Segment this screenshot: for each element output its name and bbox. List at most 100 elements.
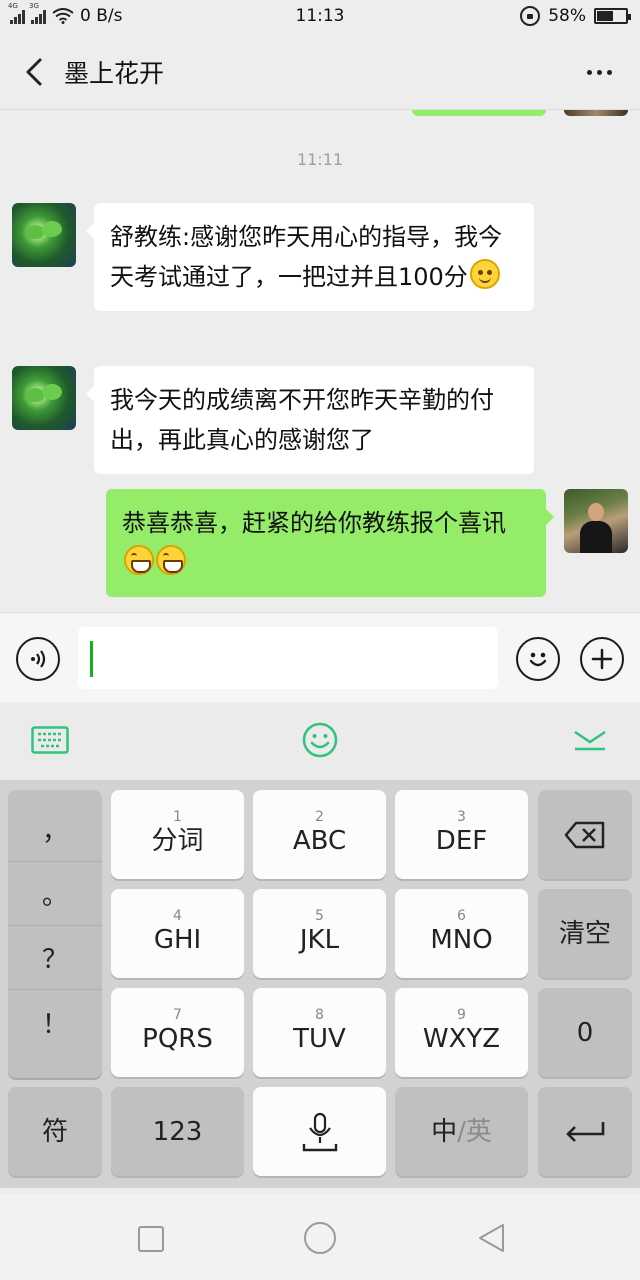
- key-5[interactable]: 5 JKL: [253, 889, 386, 978]
- key-label: PQRS: [142, 1023, 213, 1054]
- key-label: 清空: [558, 918, 611, 949]
- battery-icon: [594, 8, 631, 24]
- back-triangle-icon[interactable]: [476, 1222, 506, 1254]
- keyboard: ， 。 ？ ！ 1 分词 2 ABC 3 DEF 4 GHI 5 JKL 6 MNO 清空 …: [0, 780, 640, 1188]
- symbols-key[interactable]: 符: [8, 1087, 102, 1176]
- status-bar: 4G 3G 0 B/s 11:13 58%: [0, 0, 640, 34]
- key-8[interactable]: 8 TUV: [253, 988, 386, 1077]
- more-button[interactable]: [576, 52, 622, 92]
- back-button[interactable]: [14, 52, 54, 92]
- more-dot: [596, 69, 602, 75]
- voice-input-button[interactable]: [16, 637, 60, 681]
- rotation-lock-icon: [520, 6, 541, 26]
- avatar[interactable]: [564, 110, 628, 116]
- keyboard-emoji-button[interactable]: [300, 720, 340, 760]
- key-label: 0: [576, 1017, 594, 1048]
- message-input[interactable]: [78, 627, 498, 689]
- message-text: 我今天的成绩离不开您昨天辛勤的付出，再此真心的感谢您了: [110, 386, 494, 454]
- grin-emoji-icon: [124, 545, 154, 575]
- backspace-icon: [564, 821, 605, 848]
- my-avatar[interactable]: [564, 489, 628, 553]
- keyboard-switch-button[interactable]: [30, 720, 70, 760]
- more-dot: [606, 69, 612, 75]
- key-label: JKL: [299, 924, 340, 955]
- keyboard-toolbar: [0, 702, 640, 780]
- key-1[interactable]: 1 分词: [111, 790, 244, 879]
- sent-message-bubble[interactable]: 恭喜恭喜，赶紧的给你教练报个喜讯: [106, 489, 554, 597]
- lang-cn: 中: [431, 1116, 458, 1147]
- key-exclamation[interactable]: ！: [8, 990, 102, 1054]
- key-label: TUV: [293, 1023, 346, 1054]
- text-cursor: [90, 641, 93, 677]
- grin-emoji-icon: [156, 545, 186, 575]
- voice-icon: [31, 650, 46, 668]
- more-functions-button[interactable]: [580, 637, 624, 681]
- more-dot: [586, 69, 592, 75]
- message-text: 恭喜恭喜，赶紧的给你教练报个喜讯: [122, 509, 506, 537]
- previous-message-bubble[interactable]: [412, 110, 546, 116]
- language-switch-key[interactable]: 中/英: [395, 1087, 528, 1176]
- key-number: 2: [315, 808, 324, 825]
- chat-scroll-area[interactable]: 11:11 舒教练:感谢您昨天用心的指导，我今天考试通过了，一把过并且100分 …: [0, 110, 640, 612]
- key-3[interactable]: 3 DEF: [395, 790, 528, 879]
- key-label: GHI: [153, 924, 202, 955]
- key-9[interactable]: 9 WXYZ: [395, 988, 528, 1077]
- key-label: 符: [41, 1116, 68, 1147]
- key-number: 5: [315, 907, 324, 924]
- lang-sep: /: [457, 1116, 466, 1147]
- chevron-left-icon: [26, 58, 42, 86]
- key-number: 7: [173, 1006, 182, 1023]
- key-period[interactable]: 。: [8, 862, 102, 926]
- key-label: 分词: [151, 825, 204, 856]
- received-message-bubble[interactable]: 我今天的成绩离不开您昨天辛勤的付出，再此真心的感谢您了: [86, 366, 534, 474]
- key-number: 4: [173, 907, 182, 924]
- message-input-bar: [0, 612, 640, 702]
- key-label: WXYZ: [422, 1023, 501, 1054]
- keyboard-icon: [31, 726, 69, 754]
- chat-title: 墨上花开: [64, 59, 165, 88]
- contact-avatar[interactable]: [12, 203, 76, 267]
- status-right: 58%: [520, 6, 631, 26]
- keyboard-collapse-button[interactable]: [570, 720, 610, 760]
- key-7[interactable]: 7 PQRS: [111, 988, 244, 1077]
- emoji-icon: [302, 722, 338, 758]
- key-number: 1: [173, 808, 182, 825]
- emoji-button[interactable]: [516, 637, 560, 681]
- key-number: 3: [457, 808, 466, 825]
- recent-apps-button[interactable]: [138, 1226, 164, 1252]
- key-4[interactable]: 4 GHI: [111, 889, 244, 978]
- key-0[interactable]: 0: [538, 988, 632, 1077]
- enter-icon: [566, 1121, 605, 1142]
- key-label: MNO: [430, 924, 493, 955]
- key-number: 8: [315, 1006, 324, 1023]
- delete-key[interactable]: [538, 790, 632, 879]
- key-label: ABC: [292, 825, 347, 856]
- clear-key[interactable]: 清空: [538, 889, 632, 978]
- collapse-icon: [574, 730, 606, 751]
- key-question[interactable]: ？: [8, 926, 102, 990]
- home-button[interactable]: [304, 1222, 336, 1254]
- system-nav-bar: [0, 1194, 640, 1280]
- key-comma[interactable]: ，: [8, 798, 102, 862]
- emoji-icon: [529, 652, 547, 667]
- battery-percent: 58%: [548, 6, 586, 26]
- key-label: 123: [152, 1116, 203, 1147]
- message-text: 舒教练:感谢您昨天用心的指导，我今天考试通过了，一把过并且100分: [110, 223, 503, 291]
- numbers-key[interactable]: 123: [111, 1087, 244, 1176]
- enter-key[interactable]: [538, 1087, 632, 1176]
- plus-icon: [591, 648, 613, 670]
- key-number: 6: [457, 907, 466, 924]
- punctuation-column[interactable]: ， 。 ？ ！: [8, 790, 102, 1078]
- microphone-icon: [302, 1112, 337, 1151]
- key-6[interactable]: 6 MNO: [395, 889, 528, 978]
- chat-header: 墨上花开: [0, 34, 640, 110]
- contact-avatar[interactable]: [12, 366, 76, 430]
- space-voice-key[interactable]: [253, 1087, 386, 1176]
- smile-emoji-icon: [469, 259, 500, 289]
- lang-en: 英: [465, 1116, 492, 1147]
- received-message-bubble[interactable]: 舒教练:感谢您昨天用心的指导，我今天考试通过了，一把过并且100分: [86, 203, 534, 311]
- key-label: 中/英: [431, 1116, 492, 1148]
- key-number: 9: [457, 1006, 466, 1023]
- key-2[interactable]: 2 ABC: [253, 790, 386, 879]
- message-timestamp: 11:11: [296, 150, 344, 169]
